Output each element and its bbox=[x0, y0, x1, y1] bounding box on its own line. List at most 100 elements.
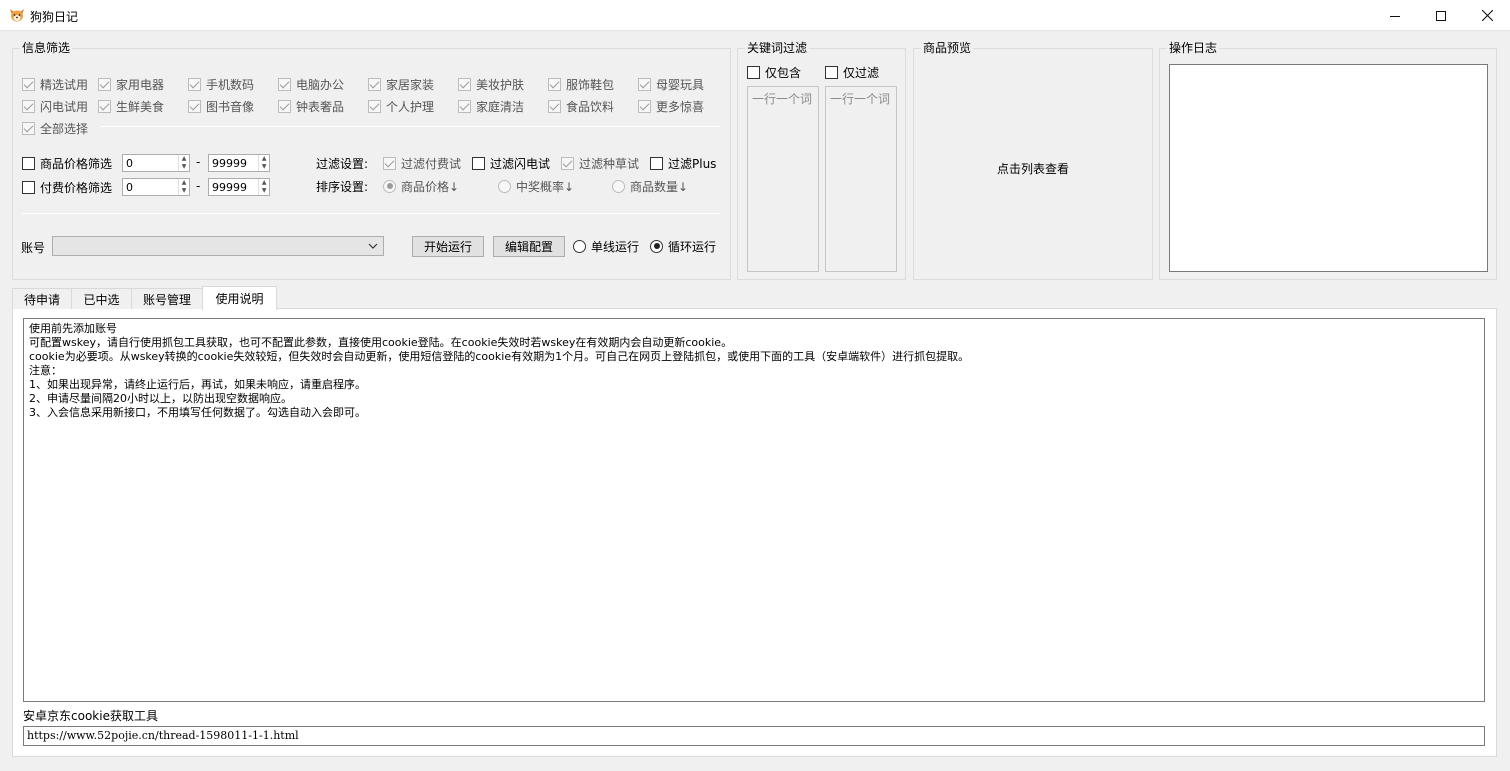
tab-selected[interactable]: 已中选 bbox=[71, 288, 132, 309]
radio bbox=[650, 239, 663, 253]
include-keywords-textarea[interactable]: 一行一个词 bbox=[747, 86, 819, 272]
exclude-only-checkbox[interactable]: 仅过滤 bbox=[825, 64, 879, 80]
range-dash: - bbox=[196, 179, 201, 193]
instruction-line: 使用前先添加账号 bbox=[29, 322, 117, 335]
single-run-radio[interactable]: 单线运行 bbox=[573, 238, 639, 254]
checkbox bbox=[638, 99, 651, 113]
close-button[interactable] bbox=[1464, 0, 1510, 31]
category-flash-trial[interactable]: 闪电试用 bbox=[22, 98, 88, 114]
radio bbox=[612, 179, 625, 193]
divider bbox=[100, 126, 720, 127]
account-select[interactable] bbox=[52, 236, 384, 256]
instructions-textarea[interactable]: 使用前先添加账号 可配置wskey，请自行使用抓包工具获取，也可不配置此参数，直… bbox=[23, 318, 1485, 702]
sort-quantity-radio[interactable]: 商品数量↓ bbox=[612, 178, 688, 194]
checkbox bbox=[368, 99, 381, 113]
window-title: 狗狗日记 bbox=[30, 10, 79, 24]
instruction-line: 可配置wskey，请自行使用抓包工具获取，也可不配置此参数，直接使用cookie… bbox=[29, 336, 733, 349]
spin-arrows[interactable]: ▲ ▼ bbox=[258, 155, 269, 171]
category-apparel[interactable]: 服饰鞋包 bbox=[548, 76, 614, 92]
category-more-surprises[interactable]: 更多惊喜 bbox=[638, 98, 704, 114]
price-filter-checkbox[interactable]: 商品价格筛选 bbox=[22, 155, 112, 171]
price-min-input[interactable] bbox=[123, 155, 179, 171]
exclude-placeholder: 一行一个词 bbox=[830, 92, 891, 106]
checkbox bbox=[747, 65, 760, 79]
checkbox bbox=[22, 99, 35, 113]
product-preview-title: 商品预览 bbox=[921, 41, 974, 55]
tab-pending[interactable]: 待申请 bbox=[12, 288, 72, 309]
paid-max-spinbox[interactable]: ▲▼ bbox=[208, 178, 270, 196]
category-beauty[interactable]: 美妆护肤 bbox=[458, 76, 524, 92]
edit-config-button[interactable]: 编辑配置 bbox=[493, 236, 565, 257]
exclude-keywords-textarea[interactable]: 一行一个词 bbox=[825, 86, 897, 272]
filter-seeding-trial-checkbox[interactable]: 过滤种草试 bbox=[561, 155, 639, 171]
paid-max-input[interactable] bbox=[209, 179, 259, 195]
down-arrow-icon[interactable]: ▼ bbox=[179, 187, 189, 195]
down-arrow-icon[interactable]: ▼ bbox=[179, 163, 189, 171]
price-min-spinbox[interactable]: ▲▼ bbox=[122, 154, 190, 172]
minimize-button[interactable] bbox=[1372, 0, 1418, 31]
instruction-line: cookie为必要项。从wskey转换的cookie失效较短，但失效时会自动更新… bbox=[29, 350, 970, 363]
category-fresh-food[interactable]: 生鲜美食 bbox=[98, 98, 164, 114]
checkbox bbox=[278, 77, 291, 91]
spin-arrows[interactable]: ▲ ▼ bbox=[258, 179, 269, 195]
close-icon bbox=[1481, 10, 1493, 21]
divider bbox=[22, 213, 720, 214]
operation-log-textarea[interactable] bbox=[1169, 64, 1488, 272]
checkbox bbox=[278, 99, 291, 113]
checkbox bbox=[188, 77, 201, 91]
maximize-button[interactable] bbox=[1418, 0, 1464, 31]
checkbox bbox=[561, 156, 574, 170]
filter-flash-trial-checkbox[interactable]: 过滤闪电试 bbox=[472, 155, 550, 171]
tool-url-field[interactable]: https://www.52pojie.cn/thread-1598011-1-… bbox=[23, 726, 1485, 746]
up-arrow-icon[interactable]: ▲ bbox=[259, 155, 269, 163]
category-watches-luxury[interactable]: 钟表奢品 bbox=[278, 98, 344, 114]
spin-arrows[interactable]: ▲ ▼ bbox=[178, 179, 189, 195]
category-home-appliances[interactable]: 家用电器 bbox=[98, 76, 164, 92]
category-baby-toys[interactable]: 母婴玩具 bbox=[638, 76, 704, 92]
checkbox bbox=[548, 99, 561, 113]
category-computer-office[interactable]: 电脑办公 bbox=[278, 76, 344, 92]
category-personal-care[interactable]: 个人护理 bbox=[368, 98, 434, 114]
checkbox bbox=[188, 99, 201, 113]
checkbox bbox=[22, 180, 35, 194]
price-max-input[interactable] bbox=[209, 155, 259, 171]
radio bbox=[573, 239, 586, 253]
filter-plus-checkbox[interactable]: 过滤Plus bbox=[650, 155, 716, 171]
keyword-filter-title: 关键词过滤 bbox=[745, 41, 810, 55]
checkbox bbox=[368, 77, 381, 91]
checkbox bbox=[383, 156, 396, 170]
chevron-down-icon bbox=[368, 243, 378, 249]
category-books-media[interactable]: 图书音像 bbox=[188, 98, 254, 114]
checkbox bbox=[22, 156, 35, 170]
select-all-checkbox[interactable]: 全部选择 bbox=[22, 120, 88, 136]
start-run-button[interactable]: 开始运行 bbox=[412, 236, 484, 257]
checkbox bbox=[650, 156, 663, 170]
category-phones-digital[interactable]: 手机数码 bbox=[188, 76, 254, 92]
checkbox bbox=[22, 121, 35, 135]
sort-price-radio[interactable]: 商品价格↓ bbox=[383, 178, 459, 194]
spin-arrows[interactable]: ▲ ▼ bbox=[178, 155, 189, 171]
down-arrow-icon[interactable]: ▼ bbox=[259, 163, 269, 171]
dog-app-icon bbox=[9, 7, 25, 23]
price-max-spinbox[interactable]: ▲▼ bbox=[208, 154, 270, 172]
loop-run-radio[interactable]: 循环运行 bbox=[650, 238, 716, 254]
paid-filter-checkbox[interactable]: 付费价格筛选 bbox=[22, 179, 112, 195]
category-food-drinks[interactable]: 食品饮料 bbox=[548, 98, 614, 114]
filter-paid-trial-checkbox[interactable]: 过滤付费试 bbox=[383, 155, 461, 171]
checkbox bbox=[22, 77, 35, 91]
tab-instructions[interactable]: 使用说明 bbox=[202, 286, 277, 310]
paid-min-spinbox[interactable]: ▲▼ bbox=[122, 178, 190, 196]
include-only-checkbox[interactable]: 仅包含 bbox=[747, 64, 801, 80]
category-featured-trial[interactable]: 精选试用 bbox=[22, 76, 88, 92]
up-arrow-icon[interactable]: ▲ bbox=[179, 155, 189, 163]
up-arrow-icon[interactable]: ▲ bbox=[259, 179, 269, 187]
up-arrow-icon[interactable]: ▲ bbox=[179, 179, 189, 187]
tab-account-management[interactable]: 账号管理 bbox=[131, 288, 203, 309]
sort-win-rate-radio[interactable]: 中奖概率↓ bbox=[498, 178, 574, 194]
category-home-decor[interactable]: 家居家装 bbox=[368, 76, 434, 92]
paid-min-input[interactable] bbox=[123, 179, 179, 195]
down-arrow-icon[interactable]: ▼ bbox=[259, 187, 269, 195]
info-filter-title: 信息筛选 bbox=[20, 41, 73, 55]
instruction-line: 注意： bbox=[29, 364, 62, 377]
category-home-cleaning[interactable]: 家庭清洁 bbox=[458, 98, 524, 114]
